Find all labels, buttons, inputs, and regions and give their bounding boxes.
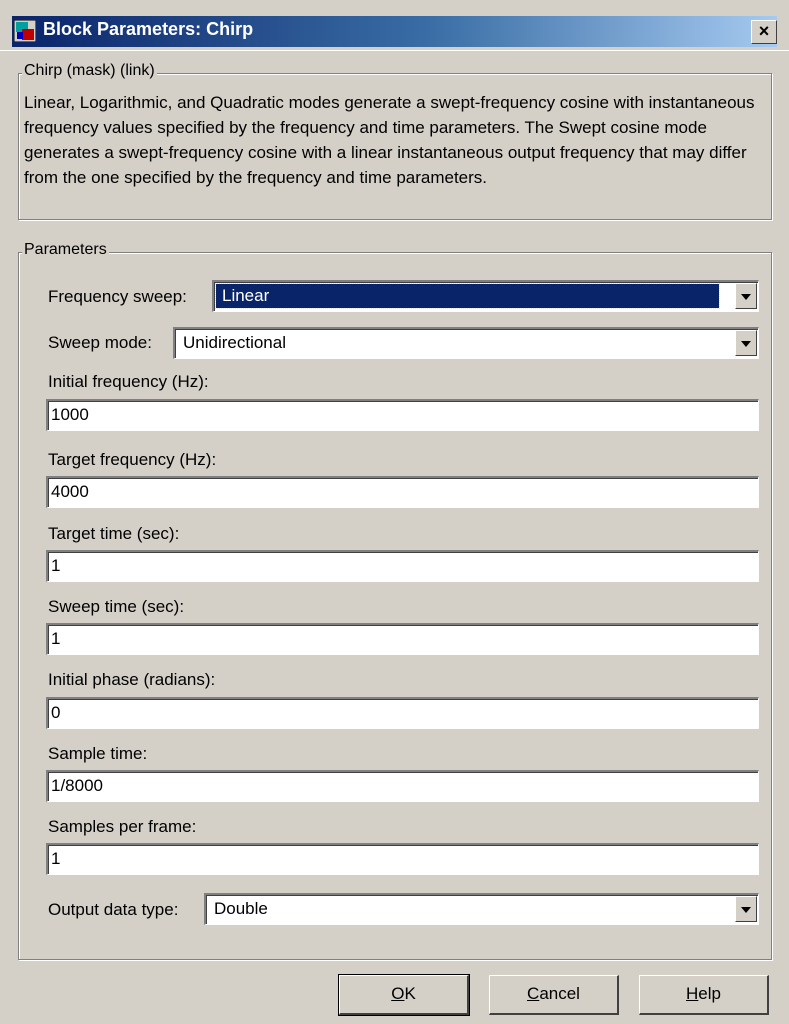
output-data-type-value: Double: [214, 899, 268, 918]
title-bar: Block Parameters: Chirp ×: [0, 0, 789, 51]
ok-button[interactable]: OK: [338, 974, 470, 1016]
cancel-label-rest: ancel: [539, 984, 580, 1003]
initial-frequency-label: Initial frequency (Hz):: [48, 372, 209, 391]
mask-group-legend: Chirp (mask) (link): [22, 62, 157, 80]
target-frequency-label: Target frequency (Hz):: [48, 450, 217, 469]
sweep-time-input[interactable]: 1: [46, 623, 759, 655]
ok-label-rest: K: [404, 984, 416, 1003]
simulink-block-icon: [14, 20, 36, 42]
help-label-rest: elp: [698, 984, 721, 1003]
initial-frequency-input[interactable]: 1000: [46, 399, 759, 431]
chevron-down-icon[interactable]: [735, 896, 757, 922]
frequency-sweep-value: Linear: [215, 283, 720, 309]
sweep-mode-select[interactable]: Unidirectional: [173, 327, 759, 359]
initial-phase-input[interactable]: 0: [46, 697, 759, 729]
sweep-mode-value: Unidirectional: [183, 333, 286, 352]
cancel-mnemonic: C: [527, 984, 540, 1003]
initial-phase-label: Initial phase (radians):: [48, 670, 216, 689]
samples-per-frame-label: Samples per frame:: [48, 817, 197, 836]
sample-time-input[interactable]: 1/8000: [46, 770, 759, 802]
parameters-group-legend: Parameters: [22, 241, 109, 259]
output-data-type-select[interactable]: Double: [204, 893, 759, 925]
window-title: Block Parameters: Chirp: [43, 19, 254, 39]
sample-time-label: Sample time:: [48, 744, 148, 763]
samples-per-frame-input[interactable]: 1: [46, 843, 759, 875]
help-mnemonic: H: [686, 984, 699, 1003]
help-button[interactable]: Help: [639, 975, 769, 1015]
chevron-down-icon[interactable]: [735, 330, 757, 356]
target-time-input[interactable]: 1: [46, 550, 759, 582]
target-time-label: Target time (sec):: [48, 524, 180, 543]
close-button[interactable]: ×: [751, 20, 777, 44]
output-data-type-label: Output data type:: [48, 900, 179, 919]
cancel-button[interactable]: Cancel: [489, 975, 619, 1015]
sweep-mode-label: Sweep mode:: [48, 333, 152, 352]
sweep-time-label: Sweep time (sec):: [48, 597, 185, 616]
ok-mnemonic: O: [391, 984, 405, 1003]
mask-description: Linear, Logarithmic, and Quadratic modes…: [24, 93, 755, 187]
frequency-sweep-select[interactable]: Linear: [212, 280, 759, 312]
target-frequency-input[interactable]: 4000: [46, 476, 759, 508]
frequency-sweep-label: Frequency sweep:: [48, 287, 187, 306]
chevron-down-icon[interactable]: [735, 283, 757, 309]
